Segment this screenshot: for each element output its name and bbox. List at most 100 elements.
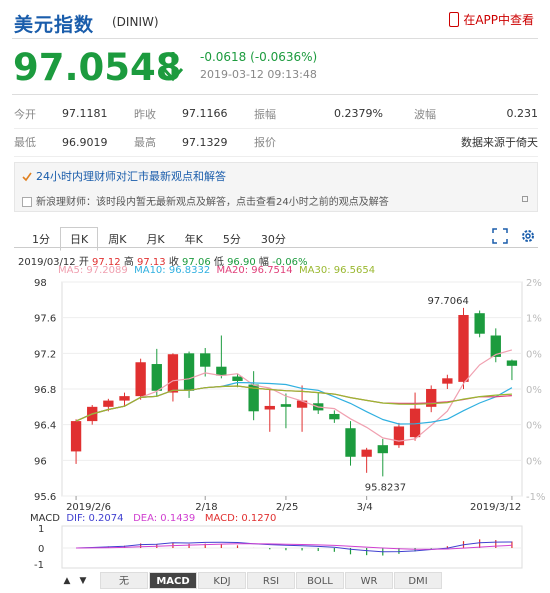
stat-label: 今开: [14, 100, 62, 129]
open-in-app-link[interactable]: 在APP中查看: [449, 11, 534, 28]
expand-icon[interactable]: [522, 196, 528, 202]
stats-row: 最低 96.9019 最高 97.1329 报价 数据来源于倚天: [14, 128, 538, 157]
macd-title: MACD: [30, 513, 60, 524]
candle-body: [280, 404, 292, 407]
candle-body: [393, 426, 405, 446]
stats-row: 今开 97.1181 昨收 97.1166 振幅 0.2379% 波幅 0.23…: [14, 100, 538, 129]
price-change: -0.0618 (-0.0636%): [200, 50, 318, 64]
news-headline-link[interactable]: 24小时内理财师对汇市最新观点和解答: [22, 168, 226, 184]
candlestick-chart[interactable]: 98 2% 97.6 1% 97.2 0% 96.8 0% 96.4 0% 96 0% 95.6 -1% 9…: [0, 276, 550, 512]
avatar-icon: [22, 197, 32, 207]
candle-body: [151, 364, 162, 391]
candle-body: [458, 314, 469, 382]
candle-body: [442, 378, 453, 384]
y-tick-label: 95.6: [34, 492, 56, 503]
candle-body: [506, 360, 518, 366]
candle-body: [167, 354, 179, 393]
indicator-tab-wr[interactable]: WR: [345, 572, 393, 589]
stat-label: 昨收: [134, 100, 182, 129]
checkmark-icon: [22, 172, 32, 182]
candle-body: [329, 413, 340, 420]
page-title: 美元指数: [14, 14, 95, 36]
news-headline: 24小时内理财师对汇市最新观点和解答: [36, 170, 226, 183]
indicator-tab-macd[interactable]: MACD: [149, 572, 197, 589]
pct-tick-label: 0%: [526, 349, 542, 360]
y-tick-label: 96: [34, 456, 47, 467]
macd-tick-label: 1: [38, 524, 44, 535]
header-divider: [12, 38, 538, 39]
stats-table: 今开 97.1181 昨收 97.1166 振幅 0.2379% 波幅 0.23…: [14, 100, 538, 157]
stat-label: 振幅: [254, 100, 334, 129]
open-in-app-label: 在APP中查看: [463, 13, 534, 27]
current-price: 97.0548: [13, 46, 182, 89]
indicator-tab-none[interactable]: 无: [100, 572, 148, 589]
x-tick-label: 3/4: [357, 502, 373, 512]
max-price-label: 97.7064: [428, 296, 469, 307]
phone-icon: [449, 12, 460, 27]
ma5-value: MA5: 97.2089: [58, 265, 128, 276]
stat-value: 97.1181: [62, 100, 134, 129]
candle-body: [345, 428, 356, 457]
x-tick-label: 2019/2/6: [66, 502, 111, 512]
macd-legend: MACD DIF: 0.2074 DEA: 0.1439 MACD: 0.127…: [30, 513, 276, 524]
candle-body: [264, 405, 275, 410]
candle-body: [361, 449, 372, 457]
indicator-tab-rsi[interactable]: RSI: [247, 572, 295, 589]
candle-body: [135, 362, 146, 397]
candle-body: [70, 421, 82, 452]
y-tick-label: 97.6: [34, 314, 56, 325]
stat-label: 报价: [254, 128, 334, 157]
stat-value: 96.9019: [62, 128, 134, 157]
macd-dif: DIF: 0.2074: [66, 513, 124, 524]
stat-value: 0.2379%: [334, 100, 414, 129]
ma20-value: MA20: 96.7514: [216, 265, 293, 276]
news-body: 新浪理财师：该时段内暂无最新观点及解答，点击查看24小时之前的观点及解答: [36, 197, 389, 208]
macd-chart: 1 0 -1: [34, 524, 523, 570]
indicator-tab-boll[interactable]: BOLL: [296, 572, 344, 589]
candle-body: [216, 366, 227, 376]
ma30-value: MA30: 96.5654: [299, 265, 376, 276]
indicator-tab-kdj[interactable]: KDJ: [198, 572, 246, 589]
x-tick-label: 2019/3/12: [470, 502, 521, 512]
macd-tick-label: -1: [34, 560, 44, 570]
y-tick-label: 96.4: [34, 421, 56, 432]
stat-label: 波幅: [414, 100, 474, 129]
ma-legend: MA5: 97.2089 MA10: 96.8332 MA20: 96.7514…: [58, 265, 375, 276]
x-tick-label: 2/18: [195, 502, 217, 512]
pct-tick-label: 2%: [526, 278, 542, 289]
down-arrow-icon: [162, 52, 184, 82]
candle-body: [200, 353, 211, 367]
candle-body: [474, 313, 485, 334]
indicator-tab-dmi[interactable]: DMI: [394, 572, 442, 589]
quote-divider: [12, 94, 538, 95]
macd-dea: DEA: 0.1439: [133, 513, 196, 524]
pct-tick-label: 1%: [526, 314, 542, 325]
stat-label: 最低: [14, 128, 62, 157]
scroll-down-button[interactable]: ▼: [76, 573, 90, 589]
macd-value: MACD: 0.1270: [204, 513, 277, 524]
stat-value: 0.231: [474, 100, 538, 129]
x-tick-label: 2/25: [276, 502, 298, 512]
tabs-divider: [14, 247, 538, 248]
fullscreen-icon[interactable]: [492, 228, 508, 244]
candle-body: [119, 396, 130, 401]
indicator-tabs: 无 MACD KDJ RSI BOLL WR DMI: [100, 572, 443, 589]
candle-body: [103, 400, 114, 407]
candle-body: [377, 445, 388, 454]
settings-icon[interactable]: [520, 228, 536, 244]
stat-value: 97.1329: [182, 128, 254, 157]
pct-tick-label: 0%: [526, 456, 542, 467]
y-tick-label: 97.2: [34, 349, 56, 360]
min-price-label: 95.8237: [365, 482, 406, 493]
candle-body: [183, 353, 195, 391]
pct-tick-label: -1%: [526, 492, 545, 503]
scroll-up-button[interactable]: ▲: [60, 573, 74, 589]
symbol-code: (DINIW): [112, 15, 159, 29]
y-tick-label: 96.8: [34, 385, 56, 396]
stat-label: 最高: [134, 128, 182, 157]
news-body-link[interactable]: 新浪理财师：该时段内暂无最新观点及解答，点击查看24小时之前的观点及解答: [22, 193, 389, 208]
pct-tick-label: 0%: [526, 385, 542, 396]
quote-timestamp: 2019-03-12 09:13:48: [200, 68, 317, 81]
y-tick-label: 98: [34, 278, 47, 289]
candle-body: [232, 376, 243, 381]
